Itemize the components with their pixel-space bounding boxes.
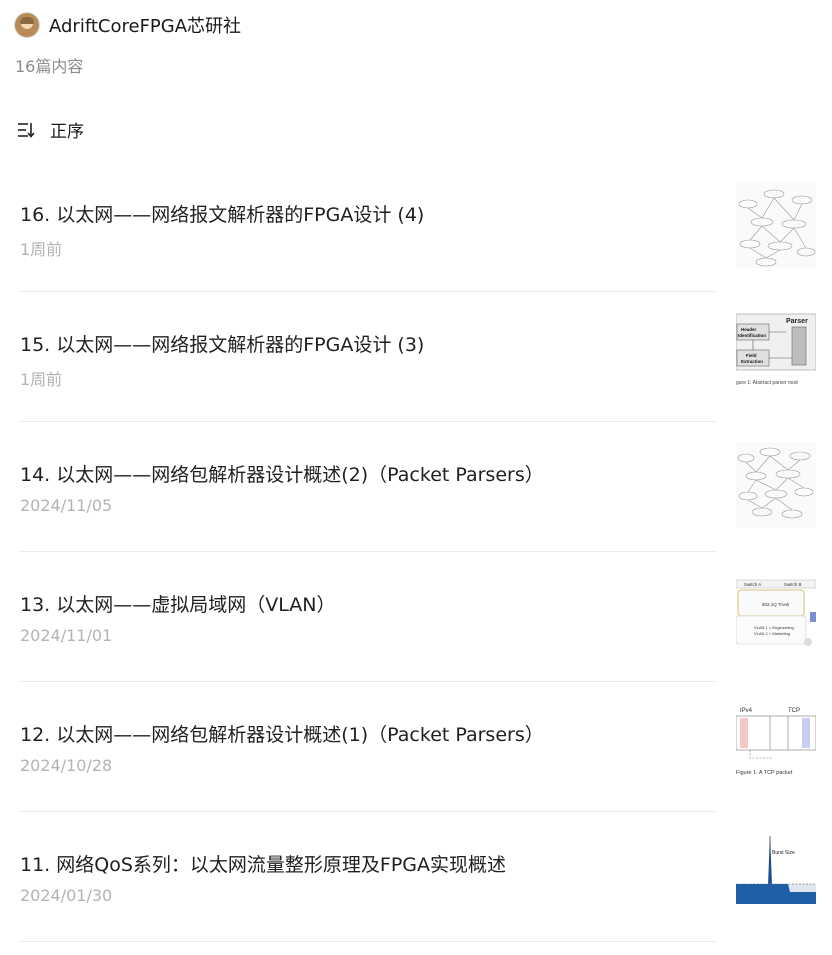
thumb-burst: Burst Size <box>772 850 795 856</box>
parser-block-diagram-thumbnail: Parser Header Identification Field Extra… <box>736 313 816 386</box>
divider <box>18 941 716 942</box>
thumb-vlan2: VLAN 2 = Marketing <box>754 631 790 636</box>
author-name[interactable]: AdriftCoreFPGA芯研社 <box>49 12 241 38</box>
article-date: 2024/11/01 <box>20 626 113 645</box>
article-title[interactable]: 15. 以太网——网络报文解析器的FPGA设计 (3) <box>20 330 424 357</box>
thumb-caption: gure 1: Abstract parser mod <box>736 380 798 386</box>
thumb-caption: Figure 1: A TCP packet <box>736 770 793 776</box>
article-date: 2024/11/05 <box>20 496 113 515</box>
article-title[interactable]: 16. 以太网——网络报文解析器的FPGA设计 (4) <box>20 200 424 227</box>
thumb-extract-label: Extraction <box>741 359 763 364</box>
article-list: 16. 以太网——网络报文解析器的FPGA设计 (4) 1周前 15. 以太网—… <box>0 162 832 942</box>
thumb-switch-b: Switch B <box>784 582 802 587</box>
burst-size-chart-thumbnail: Burst Size <box>736 834 816 904</box>
thumb-vlan1: VLAN 1 = Engineering <box>754 625 794 630</box>
article-thumbnail[interactable] <box>736 442 816 528</box>
thumb-ipv4: IPv4 <box>740 708 753 714</box>
article-title[interactable]: 13. 以太网——虚拟局域网（VLAN） <box>20 590 336 617</box>
article-title[interactable]: 12. 以太网——网络包解析器设计概述(1)（Packet Parsers） <box>20 720 544 747</box>
article-date: 1周前 <box>20 370 63 389</box>
article-date: 2024/01/30 <box>20 886 113 905</box>
article-thumbnail[interactable] <box>736 182 816 268</box>
article-thumbnail[interactable]: Switch A Switch B 802.1Q Trunk VLAN 1 = … <box>736 572 816 658</box>
list-item[interactable]: 16. 以太网——网络报文解析器的FPGA设计 (4) 1周前 <box>0 162 832 292</box>
author-header: AdriftCoreFPGA芯研社 <box>14 12 241 38</box>
vlan-switch-diagram-thumbnail: Switch A Switch B 802.1Q Trunk VLAN 1 = … <box>736 579 816 646</box>
sort-label: 正序 <box>50 122 84 142</box>
sort-order-icon <box>18 122 35 138</box>
thumb-ident-label: Identification <box>738 333 766 338</box>
thumb-trunk: 802.1Q Trunk <box>762 602 790 607</box>
list-item[interactable]: 11. 网络QoS系列：以太网流量整形原理及FPGA实现概述 2024/01/3… <box>0 812 832 942</box>
article-thumbnail[interactable]: IPv4 TCP Figure 1: A TCP packet <box>736 702 816 788</box>
article-thumbnail[interactable]: Parser Header Identification Field Extra… <box>736 312 816 398</box>
tcp-packet-diagram-thumbnail: IPv4 TCP Figure 1: A TCP packet <box>736 708 816 776</box>
thumb-header-label: Header <box>741 327 757 332</box>
list-item[interactable]: 13. 以太网——虚拟局域网（VLAN） 2024/11/01 Switch A… <box>0 552 832 682</box>
sort-toggle[interactable]: 正序 <box>17 117 84 142</box>
content-count: 16篇内容 <box>15 57 84 76</box>
list-item[interactable]: 14. 以太网——网络包解析器设计概述(2)（Packet Parsers） 2… <box>0 422 832 552</box>
list-item[interactable]: 15. 以太网——网络报文解析器的FPGA设计 (3) 1周前 Parser H… <box>0 292 832 422</box>
article-title[interactable]: 14. 以太网——网络包解析器设计概述(2)（Packet Parsers） <box>20 460 544 487</box>
author-avatar[interactable] <box>14 12 40 38</box>
thumb-switch-a: Switch A <box>744 582 761 587</box>
article-date: 2024/10/28 <box>20 756 113 775</box>
graph-diagram-thumbnail <box>738 189 816 267</box>
article-thumbnail[interactable]: Burst Size <box>736 832 816 918</box>
thumb-tcp: TCP <box>788 708 800 714</box>
article-date: 1周前 <box>20 240 63 259</box>
list-item[interactable]: 12. 以太网——网络包解析器设计概述(1)（Packet Parsers） 2… <box>0 682 832 812</box>
thumb-parser-label: Parser <box>786 318 808 325</box>
article-title[interactable]: 11. 网络QoS系列：以太网流量整形原理及FPGA实现概述 <box>20 850 506 877</box>
thumb-field-label: Field <box>746 353 757 358</box>
graph-diagram-thumbnail <box>737 447 814 519</box>
